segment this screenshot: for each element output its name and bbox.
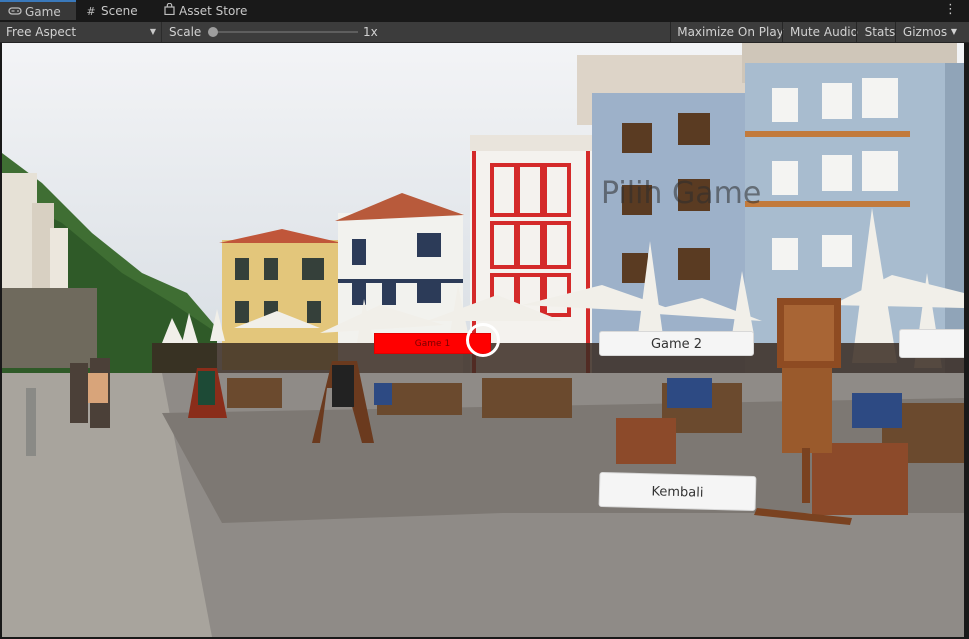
aspect-dropdown[interactable]: Free Aspect ▼ <box>0 22 162 42</box>
mute-audio-toggle[interactable]: Mute Audio <box>782 22 865 42</box>
tab-game[interactable]: Game <box>0 0 76 20</box>
scale-value: 1x <box>363 25 378 39</box>
game-title-text: Pilih Game <box>601 176 762 211</box>
tab-asset-store[interactable]: Asset Store <box>162 0 247 22</box>
chevron-down-icon: ▼ <box>149 27 156 36</box>
editor-tab-bar: Game # Scene Asset Store ⋮ <box>0 0 969 23</box>
maximize-on-play-toggle[interactable]: Maximize On Play <box>670 22 790 42</box>
game-2-button[interactable]: Game 2 <box>599 331 754 356</box>
viewport-right-border <box>964 43 969 639</box>
gamepad-icon <box>8 2 22 23</box>
aspect-label: Free Aspect <box>6 25 77 39</box>
tab-scene-label: Scene <box>101 4 138 18</box>
tab-asset-store-label: Asset Store <box>179 4 248 18</box>
scale-slider-handle[interactable] <box>208 27 218 37</box>
gaze-reticle <box>466 323 500 357</box>
store-bag-icon <box>162 0 176 23</box>
gizmos-dropdown-icon[interactable]: ▼ <box>946 22 962 42</box>
tab-game-label: Game <box>25 5 61 19</box>
kembali-button[interactable]: Kembali <box>598 471 757 512</box>
game-3-button[interactable] <box>899 329 964 358</box>
scale-label: Scale <box>169 25 202 39</box>
grid-icon: # <box>86 5 96 18</box>
game-viewport[interactable]: Pilih Game Game 1 Game 2 Kembali <box>2 43 964 637</box>
game-view-toolbar: Free Aspect ▼ Scale 1x Maximize On Play … <box>0 22 969 43</box>
tab-scene[interactable]: # Scene <box>84 0 138 22</box>
scale-slider[interactable] <box>208 27 358 37</box>
more-options-icon[interactable]: ⋮ <box>944 2 957 17</box>
